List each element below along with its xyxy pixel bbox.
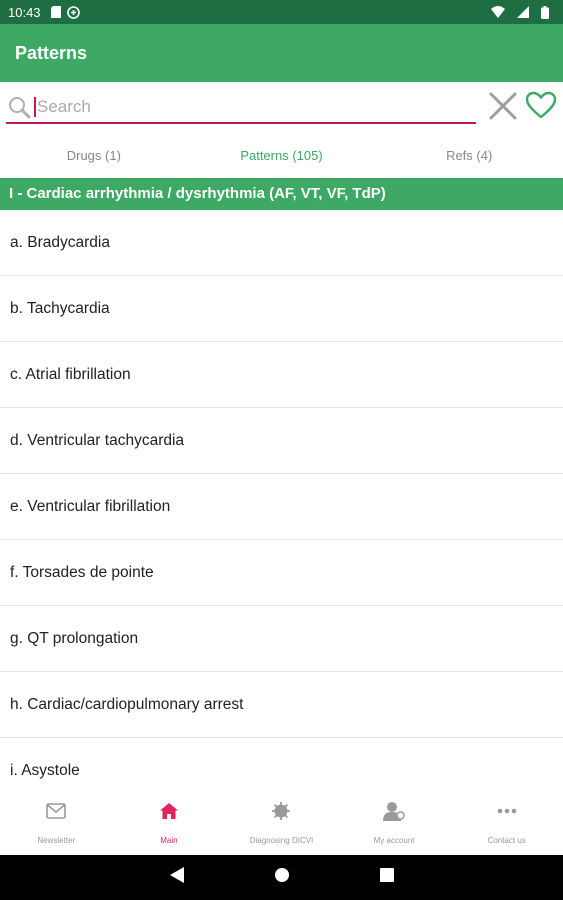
back-button[interactable] xyxy=(169,867,184,888)
list-item[interactable]: a. Bradycardia xyxy=(0,210,563,276)
list-item[interactable]: g. QT prolongation xyxy=(0,606,563,672)
nav-main[interactable]: Main xyxy=(113,788,226,855)
nav-label: My account xyxy=(373,836,415,845)
search-box[interactable] xyxy=(6,92,476,124)
list-item[interactable]: e. Ventricular fibrillation xyxy=(0,474,563,540)
pattern-list: a. Bradycardia b. Tachycardia c. Atrial … xyxy=(0,210,563,788)
tab-patterns[interactable]: Patterns (105) xyxy=(188,134,376,178)
status-bar: 10:43 xyxy=(0,0,563,24)
tab-drugs[interactable]: Drugs (1) xyxy=(0,134,188,178)
recents-icon xyxy=(379,868,394,887)
list-item[interactable]: b. Tachycardia xyxy=(0,276,563,342)
search-icon xyxy=(6,94,32,120)
page-title: Patterns xyxy=(15,42,88,63)
clear-search-button[interactable] xyxy=(487,92,519,124)
account-icon xyxy=(383,800,405,822)
nav-contact-us[interactable]: Contact us xyxy=(450,788,563,855)
section-header: I - Cardiac arrhythmia / dysrhythmia (AF… xyxy=(0,178,563,210)
mail-icon xyxy=(45,800,67,822)
nav-label: Main xyxy=(160,836,178,845)
sd-card-icon xyxy=(50,6,61,18)
app-bar: Patterns xyxy=(0,24,563,82)
back-icon xyxy=(169,867,184,888)
nav-diagnosing[interactable]: Diagnosing DICVI xyxy=(225,788,338,855)
close-icon xyxy=(488,91,518,126)
tab-bar: Drugs (1) Patterns (105) Refs (4) xyxy=(0,134,563,178)
home-circle-icon xyxy=(274,867,290,888)
bottom-nav: Newsletter Main Diagnosing DICVI My acco… xyxy=(0,788,563,855)
list-item[interactable]: c. Atrial fibrillation xyxy=(0,342,563,408)
more-icon xyxy=(496,800,518,822)
list-item[interactable]: d. Ventricular tachycardia xyxy=(0,408,563,474)
recents-button[interactable] xyxy=(379,868,394,887)
battery-icon xyxy=(541,5,549,19)
system-nav-bar xyxy=(0,855,563,900)
heart-icon xyxy=(525,91,557,124)
favorite-button[interactable] xyxy=(524,91,558,123)
search-row xyxy=(0,82,563,134)
tab-refs[interactable]: Refs (4) xyxy=(375,134,563,178)
list-item[interactable]: h. Cardiac/cardiopulmonary arrest xyxy=(0,672,563,738)
nav-my-account[interactable]: My account xyxy=(338,788,451,855)
virus-icon xyxy=(270,800,292,822)
home-icon xyxy=(158,800,180,822)
status-time: 10:43 xyxy=(8,4,41,20)
nav-label: Newsletter xyxy=(37,836,76,845)
nav-label: Diagnosing DICVI xyxy=(249,836,314,845)
list-item[interactable]: f. Torsades de pointe xyxy=(0,540,563,606)
search-input[interactable] xyxy=(36,97,456,117)
nav-label: Contact us xyxy=(487,836,526,845)
home-button[interactable] xyxy=(274,867,290,888)
nav-newsletter[interactable]: Newsletter xyxy=(0,788,113,855)
vpn-icon xyxy=(66,5,80,19)
wifi-icon xyxy=(491,6,505,18)
list-item[interactable]: i. Asystole xyxy=(0,738,563,788)
signal-icon xyxy=(517,6,529,18)
